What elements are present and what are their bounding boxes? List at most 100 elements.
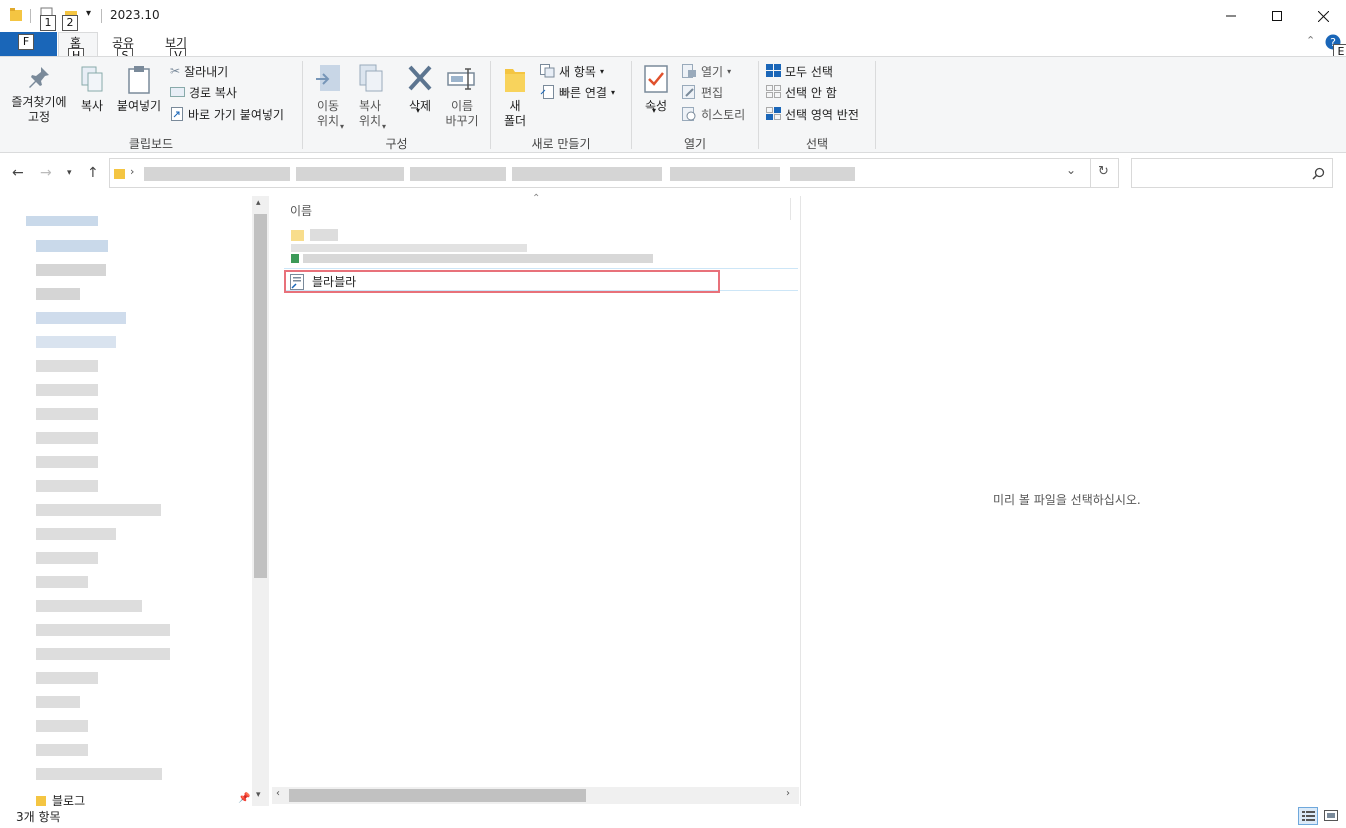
nav-item-redacted[interactable] — [36, 744, 88, 756]
address-dropdown-icon[interactable]: ⌄ — [1066, 163, 1076, 177]
rename-label: 이름 바꾸기 — [445, 99, 479, 128]
recent-locations-icon[interactable]: ▾ — [67, 168, 72, 178]
new-folder-button[interactable]: 새 폴더 — [500, 63, 530, 129]
properties-icon — [644, 65, 668, 93]
maximize-button[interactable] — [1254, 0, 1300, 32]
up-arrow-icon[interactable]: ↑ — [87, 165, 99, 181]
nav-item-redacted[interactable] — [36, 672, 98, 684]
open-icon — [682, 64, 696, 78]
select-none-button[interactable]: 선택 안 함 — [766, 82, 837, 102]
scroll-left-icon[interactable]: ‹ — [276, 788, 280, 799]
rename-button[interactable]: 이름 바꾸기 — [442, 63, 482, 129]
file-row-spreadsheet[interactable] — [291, 254, 653, 263]
nav-item-redacted[interactable] — [36, 696, 80, 708]
ribbon-tabs: F 홈 공유 보기 H S V ⌃ ? E — [0, 32, 1346, 64]
edit-button[interactable]: 편집 — [682, 82, 723, 102]
group-label-clipboard: 클립보드 — [128, 137, 174, 151]
copy-icon — [81, 66, 103, 92]
cut-button[interactable]: ✂ 잘라내기 — [170, 61, 228, 81]
open-button[interactable]: 열기 ▾ — [682, 61, 731, 81]
invert-selection-label: 선택 영역 반전 — [785, 107, 859, 122]
copy-button[interactable]: 복사 — [76, 65, 108, 114]
copy-path-button[interactable]: 경로 복사 — [170, 82, 237, 102]
quick-access-dropdown-icon[interactable]: ▾ — [86, 8, 91, 19]
nav-item-redacted[interactable] — [36, 648, 170, 660]
file-name-label: 블라블라 — [312, 275, 357, 289]
maximize-icon — [1272, 11, 1282, 21]
paste-button[interactable]: 붙여넣기 — [113, 65, 165, 114]
navpane-scroll-thumb[interactable] — [254, 214, 267, 578]
details-view-button[interactable] — [1298, 807, 1318, 825]
nav-item-redacted[interactable] — [36, 600, 142, 612]
column-header-name[interactable]: 이름 — [290, 202, 312, 219]
easy-access-button[interactable]: 빠른 연결 ▾ — [540, 82, 615, 102]
new-item-button[interactable]: 새 항목 ▾ — [540, 61, 604, 81]
refresh-icon[interactable]: ↻ — [1098, 164, 1109, 179]
nav-item-redacted[interactable] — [36, 576, 88, 588]
search-box[interactable] — [1131, 158, 1333, 188]
file-row-redacted[interactable] — [291, 244, 527, 252]
group-label-new: 새로 만들기 — [531, 137, 591, 151]
scroll-down-icon[interactable]: ▾ — [256, 790, 261, 800]
breadcrumb-redacted — [144, 167, 290, 181]
properties-button[interactable]: 속성 ▾ — [640, 63, 672, 115]
nav-item-redacted[interactable] — [36, 408, 98, 420]
invert-selection-button[interactable]: 선택 영역 반전 — [766, 104, 859, 124]
nav-item-redacted[interactable] — [36, 480, 98, 492]
pin-to-quick-access-button[interactable]: 즐겨찾기에 고정 — [6, 65, 72, 125]
copy-to-button[interactable]: 복사 위치 ▾ — [352, 63, 388, 131]
nav-item-redacted[interactable] — [36, 624, 170, 636]
select-all-button[interactable]: 모두 선택 — [766, 61, 833, 81]
new-folder-icon — [505, 69, 525, 92]
collapse-ribbon-icon[interactable]: ⌃ — [1306, 34, 1315, 47]
large-icons-view-button[interactable] — [1321, 807, 1341, 825]
nav-item-redacted[interactable] — [36, 240, 108, 252]
back-arrow-icon[interactable]: ← — [12, 165, 24, 181]
nav-item-redacted[interactable] — [36, 288, 80, 300]
delete-button[interactable]: 삭제 ▾ — [403, 63, 437, 115]
nav-item-redacted[interactable] — [36, 432, 98, 444]
breadcrumb-chevron-icon: › — [130, 165, 135, 178]
move-to-button[interactable]: 이동 위치 ▾ — [310, 63, 346, 131]
scroll-right-icon[interactable]: › — [786, 788, 790, 799]
nav-item-redacted[interactable] — [36, 552, 98, 564]
nav-item-redacted[interactable] — [36, 336, 116, 348]
breadcrumb-redacted — [790, 167, 855, 181]
nav-item-redacted[interactable] — [36, 264, 106, 276]
paste-shortcut-label: 바로 가기 붙여넣기 — [188, 107, 284, 122]
breadcrumb-redacted — [410, 167, 506, 181]
edit-icon — [682, 85, 695, 99]
nav-item-redacted[interactable] — [36, 768, 162, 780]
nav-item-redacted[interactable] — [36, 312, 126, 324]
easy-access-icon — [540, 85, 554, 99]
dropdown-icon: ▾ — [340, 122, 345, 131]
scissors-icon: ✂ — [170, 64, 181, 78]
dropdown-icon: ▾ — [599, 66, 604, 76]
delete-icon — [408, 65, 432, 91]
nav-item-redacted[interactable] — [36, 456, 98, 468]
scroll-up-icon[interactable]: ▴ — [256, 198, 261, 208]
forward-arrow-icon[interactable]: → — [40, 165, 52, 181]
invert-selection-icon — [766, 107, 781, 120]
nav-item-redacted[interactable] — [26, 216, 98, 226]
nav-item-redacted[interactable] — [36, 504, 161, 516]
nav-item-redacted[interactable] — [36, 384, 98, 396]
minimize-button[interactable] — [1208, 0, 1254, 32]
paste-shortcut-button[interactable]: 바로 가기 붙여넣기 — [170, 104, 284, 124]
close-button[interactable] — [1300, 0, 1346, 32]
group-label-organize: 구성 — [385, 137, 408, 151]
column-divider[interactable] — [790, 198, 791, 220]
spreadsheet-icon — [291, 254, 299, 263]
filelist-scroll-thumb[interactable] — [289, 789, 586, 802]
file-name-redacted — [310, 228, 338, 241]
file-row-folder[interactable] — [291, 228, 338, 241]
nav-item-redacted[interactable] — [36, 360, 98, 372]
history-button[interactable]: 히스토리 — [682, 104, 745, 124]
nav-item-redacted[interactable] — [36, 528, 116, 540]
search-icon — [1312, 167, 1325, 180]
copy-path-icon — [170, 87, 185, 97]
address-bar[interactable]: › ⌄ ↻ — [109, 158, 1119, 188]
nav-item-redacted[interactable] — [36, 720, 88, 732]
preview-message: 미리 볼 파일을 선택하십시오. — [993, 493, 1141, 507]
navigation-pane: 블로그 📌 — [0, 196, 270, 808]
